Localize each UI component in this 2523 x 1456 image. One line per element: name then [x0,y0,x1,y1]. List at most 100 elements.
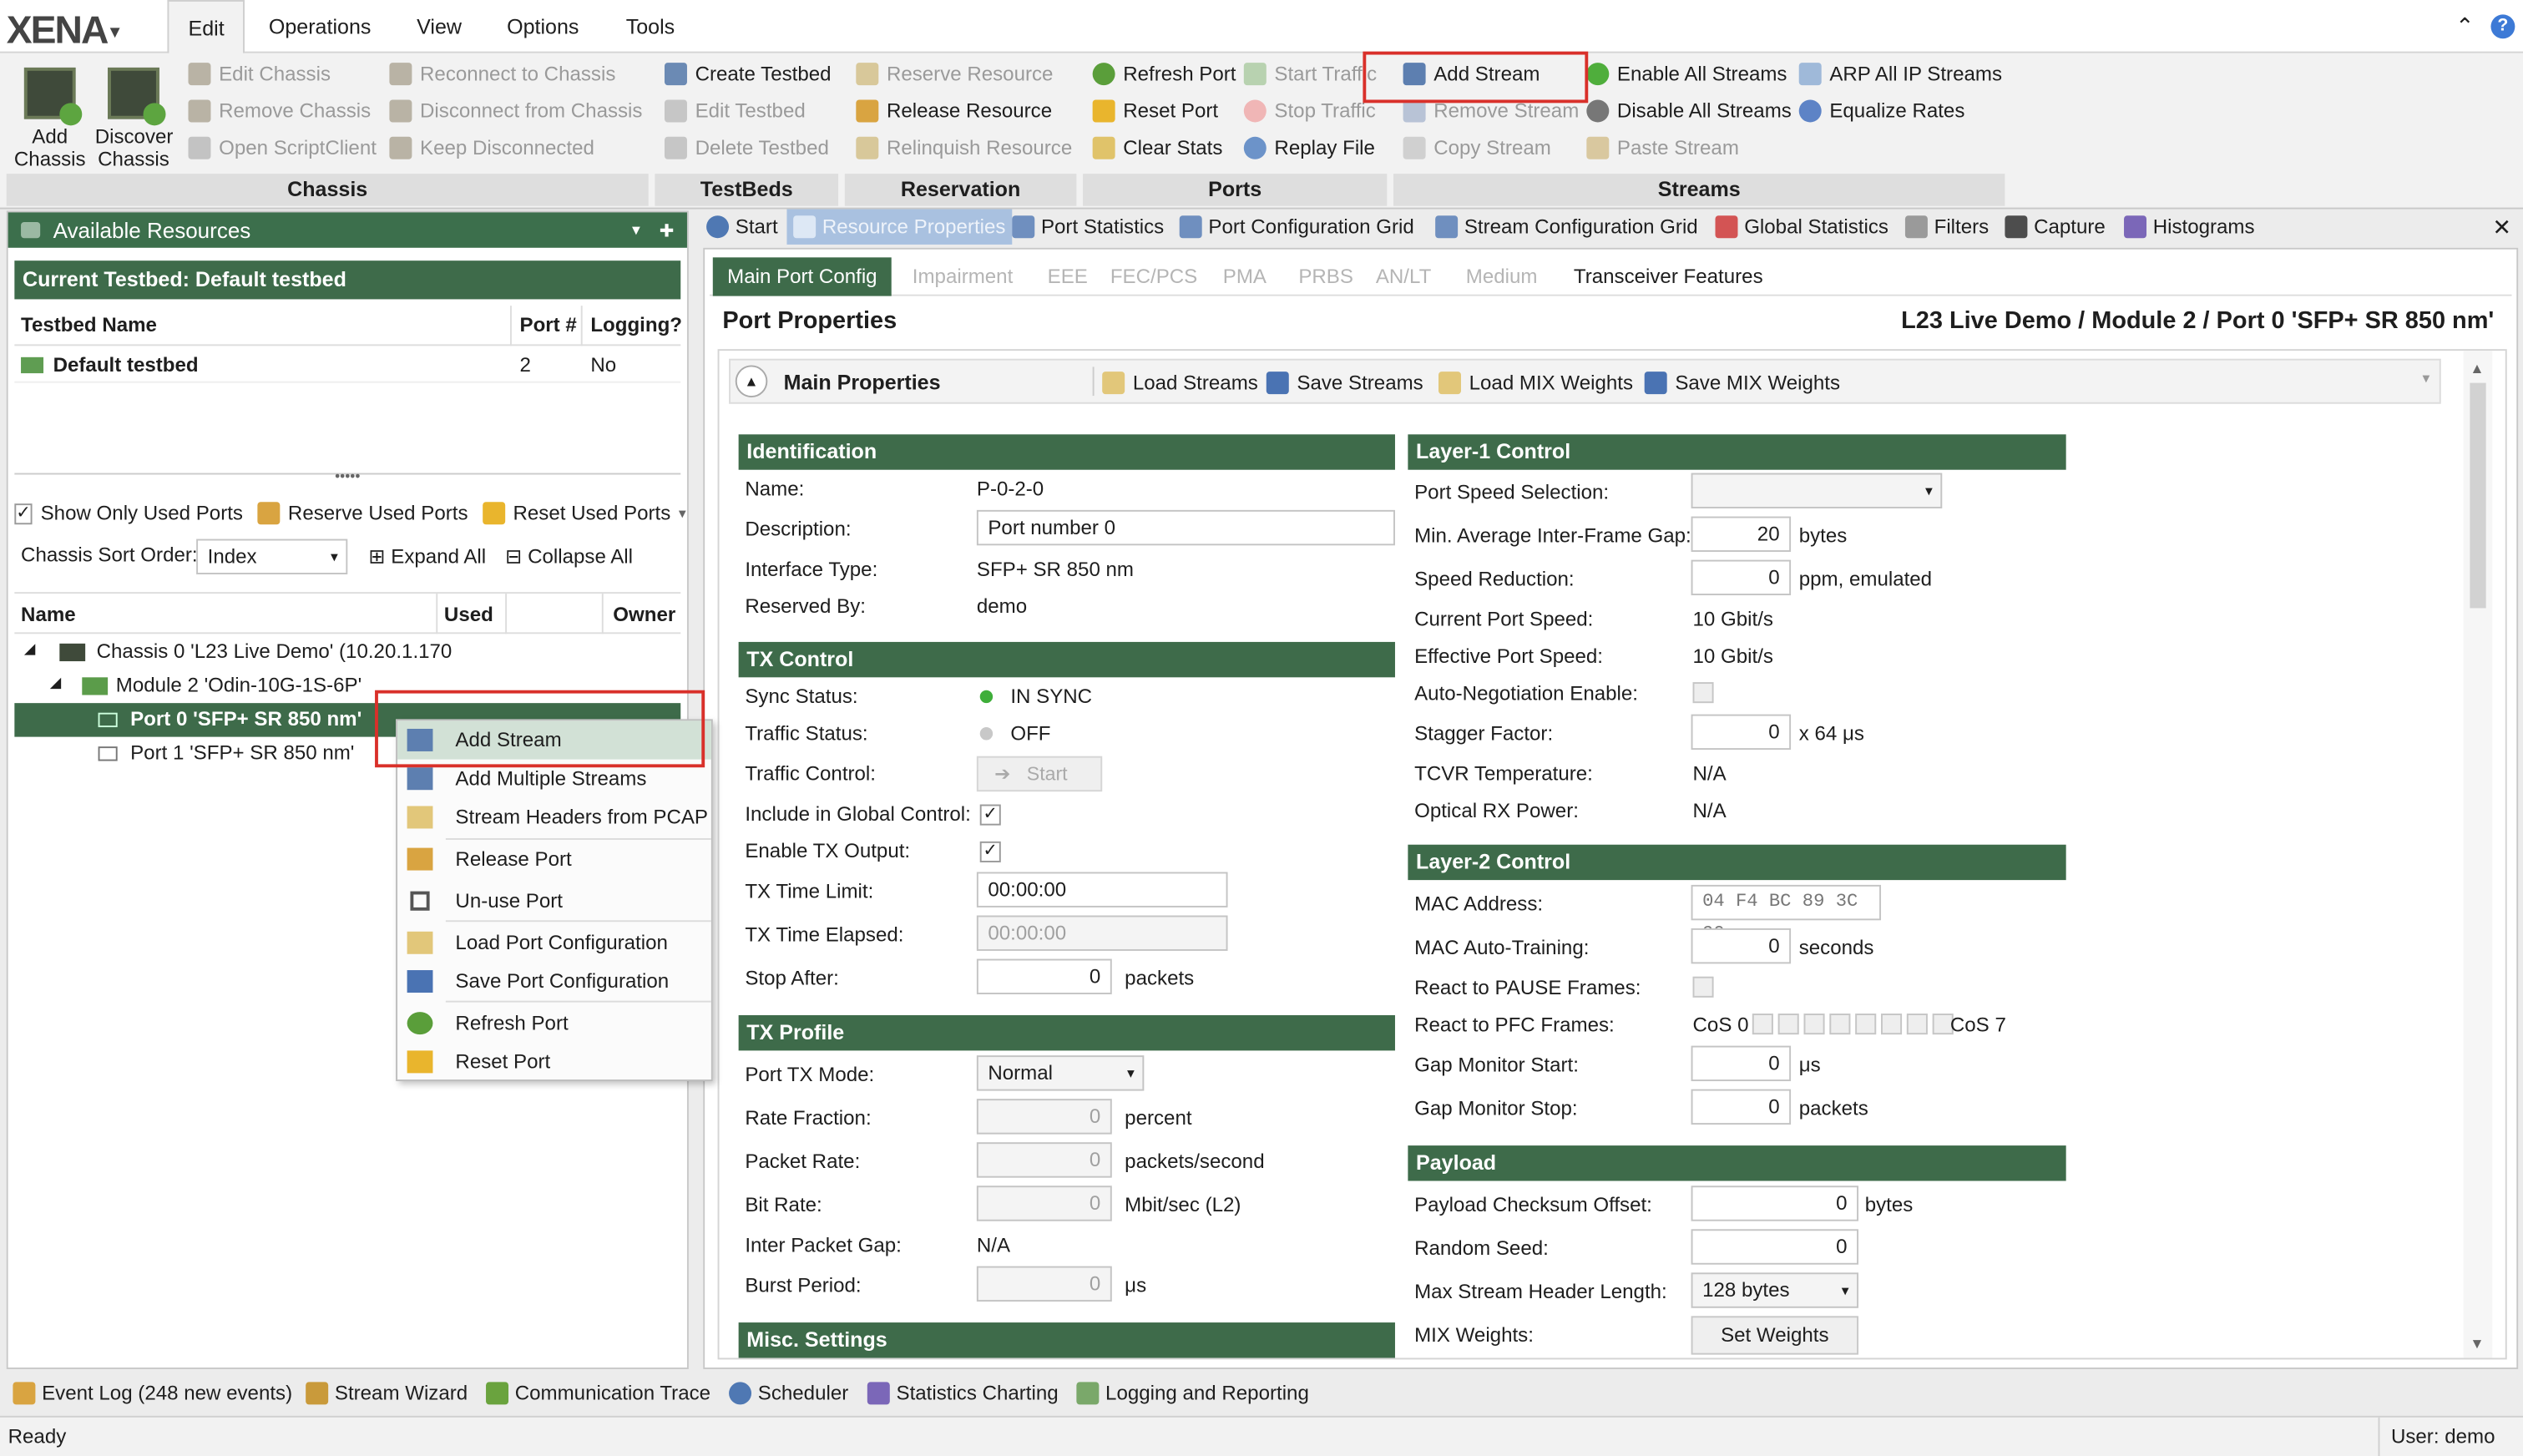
reserve-used-button[interactable]: Reserve Used Ports [288,502,468,524]
rate-fraction-input[interactable]: 0 [976,1099,1112,1135]
tree-collapse-icon[interactable]: ◢ [50,674,61,691]
ctx-unuse-port[interactable]: Un-use Port [397,882,711,920]
subtab-fec-pcs[interactable]: FEC/PCS [1095,257,1211,296]
reserve-resource-button[interactable]: Reserve Resource [856,59,1053,88]
load-streams-button[interactable]: Load Streams [1102,368,1258,397]
testbed-row[interactable]: Default testbed 2 No [14,347,681,383]
cos-checkbox[interactable] [1752,1014,1773,1035]
min-ifg-input[interactable]: 20 [1691,516,1792,552]
port-tx-mode-select[interactable]: Normal ▾ [976,1055,1145,1091]
add-chassis-button[interactable]: Add Chassis [11,67,88,170]
panel-menu-icon[interactable]: ▾ [632,221,640,239]
ctx-release-port[interactable]: Release Port [397,840,711,878]
cos-checkbox[interactable] [1881,1014,1903,1035]
tab-resource-properties[interactable]: Resource Properties [786,209,1013,245]
stop-after-input[interactable]: 0 [976,958,1112,994]
help-icon[interactable]: ? [2490,14,2515,39]
tab-start[interactable]: Start [706,210,778,245]
menu-view[interactable]: View [397,0,481,53]
ctx-add-stream[interactable]: Add Stream [397,720,711,760]
show-only-used-checkbox[interactable]: ✓ [14,503,33,524]
save-streams-button[interactable]: Save Streams [1266,368,1423,397]
expand-all-button[interactable]: ⊞ Expand All [368,543,486,568]
relinquish-resource-button[interactable]: Relinquish Resource [856,134,1072,163]
enable-all-streams-button[interactable]: Enable All Streams [1586,59,1787,88]
replay-file-button[interactable]: Replay File [1243,134,1375,163]
subtab-medium[interactable]: Medium [1451,257,1551,296]
scroll-up-icon[interactable]: ▲ [2470,361,2484,377]
start-traffic-button[interactable]: Start Traffic [1243,59,1377,88]
set-weights-button[interactable]: Set Weights [1691,1316,1859,1355]
tree-module-row[interactable]: ◢ Module 2 'Odin-10G-1S-6P' [14,670,680,703]
speed-reduction-input[interactable]: 0 [1691,559,1792,596]
tab-histograms[interactable]: Histograms [2124,210,2255,245]
description-input[interactable]: Port number 0 [976,509,1395,546]
delete-testbed-button[interactable]: Delete Testbed [664,134,829,163]
tab-filters[interactable]: Filters [1904,210,1989,245]
tab-communication-trace[interactable]: Communication Trace [486,1376,710,1411]
tree-collapse-icon[interactable]: ◢ [24,640,35,658]
tx-time-limit-input[interactable]: 00:00:00 [976,872,1228,907]
burst-period-input[interactable]: 0 [976,1266,1112,1302]
tab-global-statistics[interactable]: Global Statistics [1715,210,1888,245]
packet-rate-input[interactable]: 0 [976,1142,1112,1178]
paste-stream-button[interactable]: Paste Stream [1586,134,1739,163]
menu-operations[interactable]: Operations [250,0,391,53]
port-speed-select[interactable]: ▾ [1691,473,1943,508]
reset-port-button[interactable]: Reset Port [1092,97,1218,126]
pin-icon[interactable]: ✚ [660,220,675,240]
tab-statistics-charting[interactable]: Statistics Charting [867,1376,1059,1411]
add-stream-ribbon-button[interactable]: Add Stream [1403,59,1540,88]
menu-tools[interactable]: Tools [607,0,695,53]
ctx-reset-port[interactable]: Reset Port [397,1043,711,1081]
stagger-factor-input[interactable]: 0 [1691,714,1792,751]
menu-edit[interactable]: Edit [167,0,245,55]
ctx-load-port-config[interactable]: Load Port Configuration [397,923,711,962]
scroll-down-icon[interactable]: ▼ [2470,1335,2484,1351]
vertical-scrollbar[interactable]: ▲ ▼ [2463,351,2493,1358]
tree-chassis-row[interactable]: ◢ Chassis 0 'L23 Live Demo' (10.20.1.170 [14,635,680,669]
clear-stats-button[interactable]: Clear Stats [1092,134,1222,163]
remove-stream-button[interactable]: Remove Stream [1403,97,1579,126]
remove-chassis-button[interactable]: Remove Chassis [188,97,371,126]
edit-testbed-button[interactable]: Edit Testbed [664,97,806,126]
cos-checkbox[interactable] [1803,1014,1825,1035]
tab-port-configuration-grid[interactable]: Port Configuration Grid [1179,210,1414,245]
react-pause-checkbox[interactable] [1692,976,1714,998]
collapse-all-button[interactable]: ⊟ Collapse All [505,543,633,568]
enable-tx-output-checkbox[interactable]: ✓ [979,841,1001,862]
sort-order-select[interactable]: Index ▾ [196,538,348,574]
overflow-chevron-icon[interactable]: ▾ [2422,370,2429,387]
ctx-stream-headers-pcap[interactable]: Stream Headers from PCAP [397,798,711,837]
cos-checkbox[interactable] [1906,1014,1928,1035]
arp-all-ip-streams-button[interactable]: ARP All IP Streams [1798,59,2002,88]
gap-monitor-start-input[interactable]: 0 [1691,1045,1792,1082]
ctx-save-port-config[interactable]: Save Port Configuration [397,962,711,1000]
refresh-port-button[interactable]: Refresh Port [1092,59,1236,88]
tab-logging-reporting[interactable]: Logging and Reporting [1076,1376,1309,1411]
max-header-length-select[interactable]: 128 bytes ▾ [1691,1272,1859,1308]
splitter[interactable]: ••••• [14,469,681,483]
reset-used-button[interactable]: Reset Used Ports [513,502,670,524]
subtab-transceiver-features[interactable]: Transceiver Features [1560,257,1777,296]
bit-rate-input[interactable]: 0 [976,1186,1112,1221]
copy-stream-button[interactable]: Copy Stream [1403,134,1551,163]
ctx-refresh-port[interactable]: Refresh Port [397,1004,711,1043]
load-mix-weights-button[interactable]: Load MIX Weights [1438,368,1633,397]
tab-event-log[interactable]: Event Log (248 new events) [13,1376,292,1411]
disconnect-chassis-button[interactable]: Disconnect from Chassis [389,97,642,126]
discover-chassis-button[interactable]: Discover Chassis [95,67,173,170]
subtab-prbs[interactable]: PRBS [1284,257,1368,296]
create-testbed-button[interactable]: Create Testbed [664,59,832,88]
disable-all-streams-button[interactable]: Disable All Streams [1586,97,1792,126]
xena-logo[interactable]: XENA ▾ [7,8,119,54]
traffic-start-button[interactable]: ➔ Start [976,756,1103,792]
cos-checkbox[interactable] [1777,1014,1799,1035]
payload-checksum-offset-input[interactable]: 0 [1691,1186,1859,1221]
mac-address-input[interactable]: 04 F4 BC 89 3C 90 [1691,884,1882,944]
auto-negotiation-checkbox[interactable] [1692,682,1714,704]
save-mix-weights-button[interactable]: Save MIX Weights [1644,368,1840,397]
mac-auto-training-input[interactable]: 0 [1691,928,1792,964]
open-scriptclient-button[interactable]: Open ScriptClient [188,134,377,163]
subtab-main-port-config[interactable]: Main Port Config [712,257,892,296]
